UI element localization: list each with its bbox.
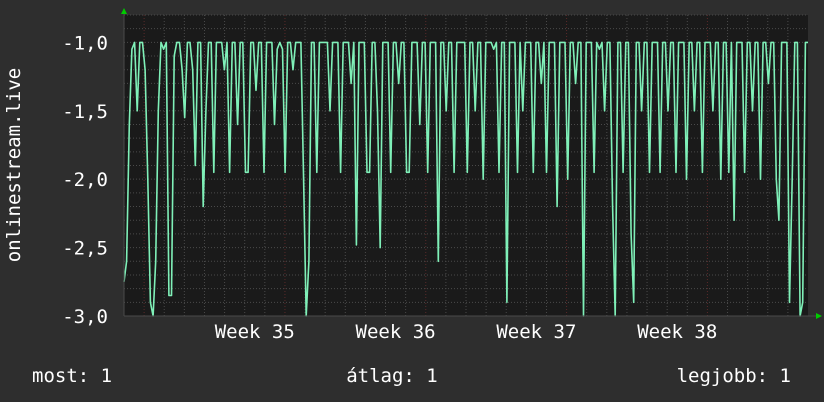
chart-svg: -1,0-1,5-2,0-2,5-3,0 Week 35 Week 36 Week …	[3, 8, 822, 387]
y-tick-label: -2,0	[62, 169, 108, 191]
x-tick-label: Week 35	[215, 321, 295, 343]
x-tick-labels: Week 35 Week 36 Week 37 Week 38	[215, 321, 718, 343]
footer-average: átlag: 1	[346, 365, 438, 387]
x-tick-label: Week 38	[637, 321, 717, 343]
y-tick-label: -1,0	[62, 32, 108, 54]
y-tick-label: -1,5	[62, 101, 108, 123]
x-axis-arrow	[816, 313, 822, 319]
chart: -1,0 -1,5 -2,0 -2,5 -3,0 Week 35 Week 36 Week …	[0, 0, 824, 402]
y-tick-label: -3,0	[62, 306, 108, 328]
y-axis-arrow	[121, 8, 127, 14]
x-tick-label: Week 37	[496, 321, 576, 343]
y-tick-label: -2,5	[62, 238, 108, 260]
y-tick-labels: -1,0 -1,5 -2,0 -2,5 -3,0	[62, 32, 108, 328]
x-tick-label: Week 36	[356, 321, 436, 343]
y-axis-title: onlinestream.live	[3, 68, 25, 262]
footer-best: legjobb: 1	[677, 365, 791, 387]
footer-current: most: 1	[32, 365, 112, 387]
